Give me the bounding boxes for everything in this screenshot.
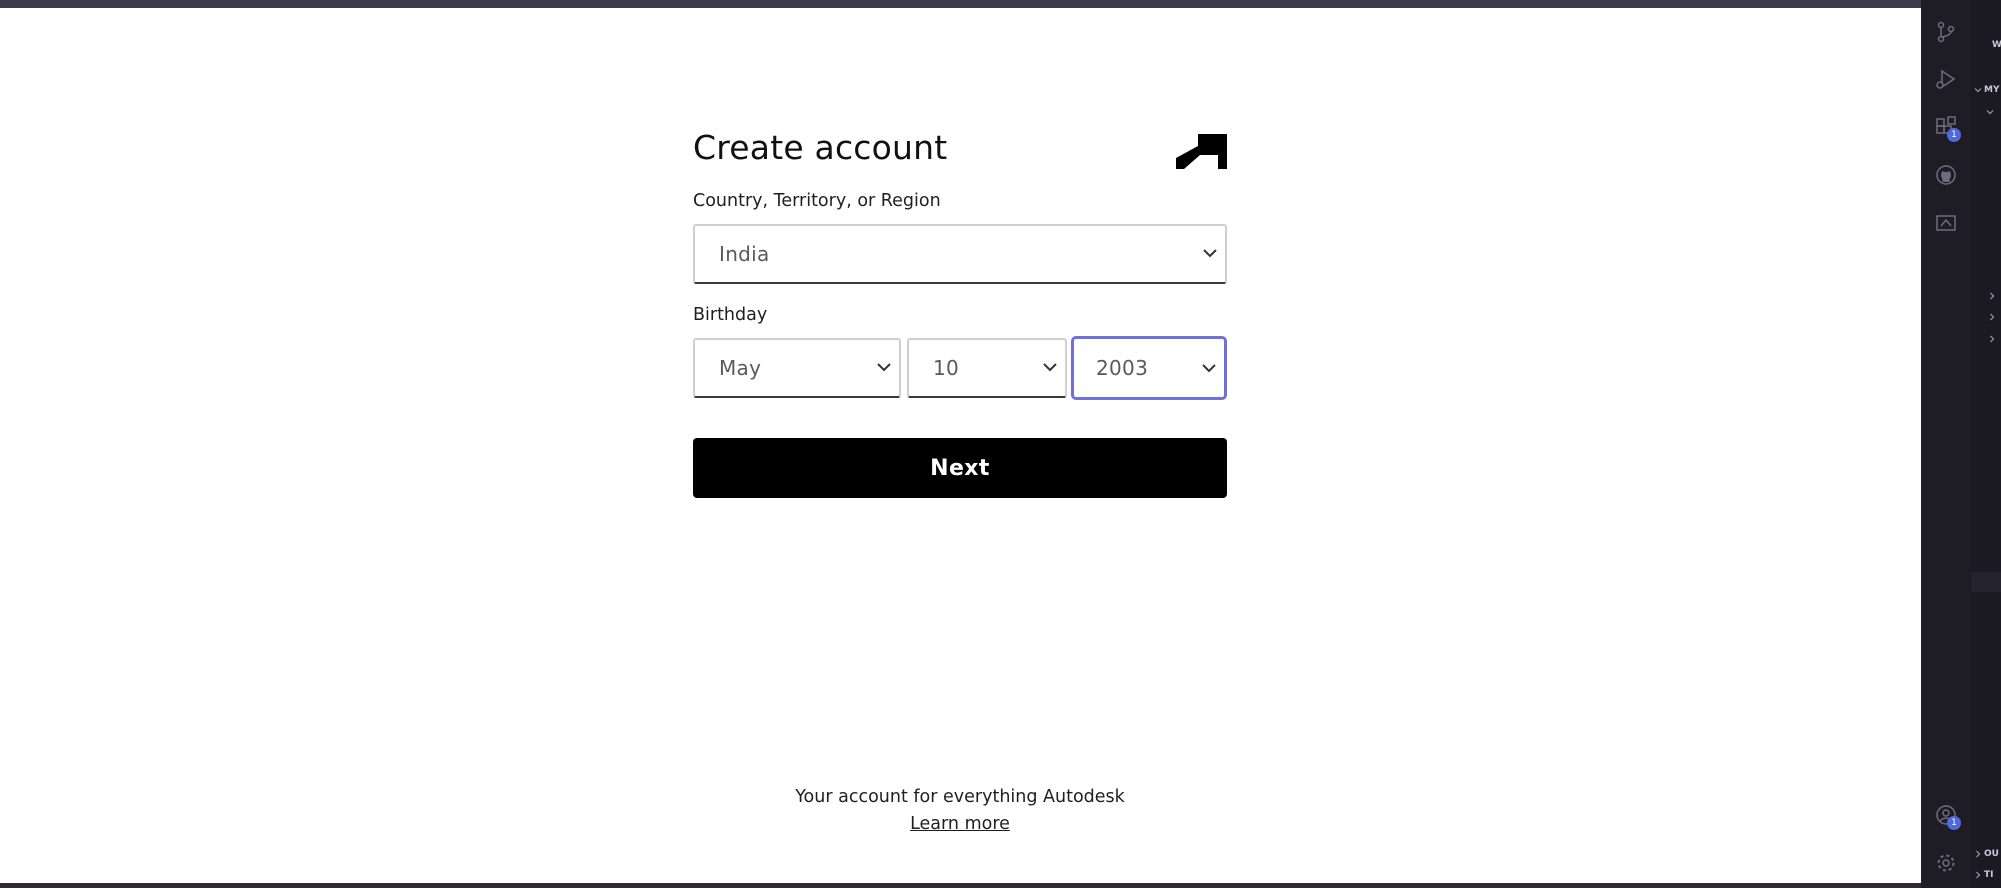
ide-activity-bar: 1 1 xyxy=(1921,0,1971,888)
chevron-down-icon xyxy=(1203,249,1217,258)
birthday-year-select[interactable]: 2003 xyxy=(1071,336,1227,400)
chevron-right-icon[interactable] xyxy=(1988,292,1996,300)
birthday-year-value: 2003 xyxy=(1096,356,1149,380)
section-header-text: MY xyxy=(1984,85,2000,95)
chevron-down-icon[interactable] xyxy=(1986,108,1994,116)
birthday-month-select[interactable]: May xyxy=(693,338,901,398)
birthday-fields: May 10 2003 xyxy=(693,336,1227,402)
chevron-down-icon[interactable] xyxy=(1974,86,1982,94)
ide-side-panel: W MY OU TI xyxy=(1971,0,2001,888)
browser-top-bar xyxy=(0,0,1921,8)
timeline-section-header[interactable]: TI xyxy=(1984,870,1994,880)
chevron-right-icon[interactable] xyxy=(1974,850,1982,858)
accounts-badge: 1 xyxy=(1947,816,1961,830)
selected-row[interactable] xyxy=(1971,572,2001,592)
form-header: Create account xyxy=(693,122,1227,178)
country-label: Country, Territory, or Region xyxy=(693,191,941,211)
browser-bottom-bar xyxy=(0,883,1921,888)
next-button[interactable]: Next xyxy=(693,438,1227,498)
remote-explorer-icon[interactable] xyxy=(1934,211,1958,235)
outline-section-header[interactable]: OU xyxy=(1984,849,1999,859)
source-control-icon[interactable] xyxy=(1934,20,1958,44)
chevron-down-icon xyxy=(1043,363,1057,372)
chevron-right-icon[interactable] xyxy=(1974,871,1982,879)
country-select-value: India xyxy=(719,242,770,266)
extensions-badge: 1 xyxy=(1947,128,1961,142)
learn-more-link[interactable]: Learn more xyxy=(910,812,1010,836)
gear-icon[interactable] xyxy=(1934,851,1958,875)
run-debug-icon[interactable] xyxy=(1934,67,1958,91)
chevron-down-icon xyxy=(877,363,891,372)
footer-tagline: Your account for everything Autodesk xyxy=(795,787,1125,807)
birthday-label: Birthday xyxy=(693,305,768,325)
create-account-page: Create account Country, Territory, or Re… xyxy=(0,8,1921,883)
github-icon[interactable] xyxy=(1934,163,1958,187)
autodesk-logo-icon xyxy=(1176,134,1227,169)
chevron-right-icon[interactable] xyxy=(1988,335,1996,343)
chevron-down-icon xyxy=(1202,364,1216,373)
chevron-right-icon[interactable] xyxy=(1988,313,1996,321)
country-select[interactable]: India xyxy=(693,224,1227,284)
panel-header-text: W xyxy=(1992,40,2001,50)
birthday-month-value: May xyxy=(719,356,762,380)
birthday-day-select[interactable]: 10 xyxy=(907,338,1067,398)
page-footer: Your account for everything Autodesk Lea… xyxy=(693,785,1227,836)
create-account-form: Create account Country, Territory, or Re… xyxy=(693,122,1227,498)
birthday-day-value: 10 xyxy=(933,356,960,380)
page-title: Create account xyxy=(693,128,948,167)
